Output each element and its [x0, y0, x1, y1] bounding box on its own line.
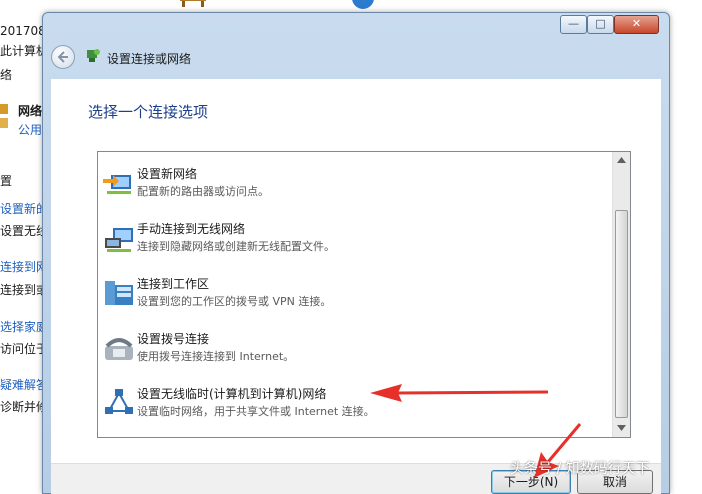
option-description: 连接到隐藏网络或创建新无线配置文件。 [137, 240, 335, 253]
title-bar[interactable]: — □ ✕ [43, 13, 669, 43]
option-adhoc-network[interactable]: 设置无线临时(计算机到计算机)网络 设置临时网络，用于共享文件或 Interne… [98, 383, 611, 435]
bg-text-public: 公用 [18, 123, 43, 137]
bg-text-computer: 此计算机 [0, 44, 49, 58]
option-title: 设置拨号连接 [137, 332, 210, 346]
wireless-manual-icon [103, 222, 135, 254]
bg-text-network: 络 [0, 68, 13, 82]
scroll-down-button[interactable] [613, 420, 630, 437]
option-dialup[interactable]: 设置拨号连接 使用拨号连接连接到 Internet。 [98, 328, 611, 380]
bg-text-setting: 置 [0, 174, 13, 188]
bg-text-date: 201708 [0, 24, 46, 38]
bg-text-setup-wireless: 设置无线 [0, 224, 49, 238]
option-description: 设置临时网络，用于共享文件或 Internet 连接。 [137, 405, 375, 418]
scroll-up-button[interactable] [613, 152, 630, 169]
option-title: 设置新网络 [137, 167, 198, 181]
option-description: 使用拨号连接连接到 Internet。 [137, 350, 295, 363]
connection-options-list[interactable]: 设置新网络 配置新的路由器或访问点。 手动连接到无线网络 连接到隐藏网络或创建新… [97, 151, 631, 438]
bg-link-connect[interactable]: 连接到网 [0, 258, 48, 275]
bg-link-homegroup[interactable]: 选择家庭 [0, 318, 48, 335]
minimize-button[interactable]: — [560, 15, 587, 34]
option-description: 配置新的路由器或访问点。 [137, 185, 269, 198]
option-title: 连接到工作区 [137, 277, 210, 291]
bg-bench-icon [178, 0, 208, 8]
option-workplace[interactable]: 连接到工作区 设置到您的工作区的拨号或 VPN 连接。 [98, 273, 611, 325]
network-icon [0, 100, 10, 134]
chevron-up-icon [617, 157, 626, 163]
bg-link-setup-new[interactable]: 设置新的 [0, 200, 48, 217]
watermark-text: 头条号 / 知数码行天下 [510, 461, 650, 477]
minimize-icon: — [568, 17, 579, 30]
vertical-scrollbar[interactable] [612, 152, 630, 437]
wizard-header: 设置连接或网络 [43, 43, 669, 79]
scrollbar-thumb[interactable] [615, 210, 628, 418]
wizard-content: 选择一个连接选项 设置新网络 配置新的路由器或访问点。 手动连接到无线网络 连接… [51, 79, 661, 463]
back-button[interactable] [51, 45, 75, 69]
maximize-button[interactable]: □ [587, 15, 614, 34]
option-title: 手动连接到无线网络 [137, 222, 246, 236]
option-manual-wireless[interactable]: 手动连接到无线网络 连接到隐藏网络或创建新无线配置文件。 [98, 218, 611, 270]
wizard-title: 设置连接或网络 [107, 52, 192, 66]
bg-globe-icon [350, 0, 376, 12]
option-new-network[interactable]: 设置新网络 配置新的路由器或访问点。 [98, 163, 611, 215]
bg-link-troubleshoot[interactable]: 疑难解答 [0, 376, 48, 393]
option-description: 设置到您的工作区的拨号或 VPN 连接。 [137, 295, 332, 308]
workplace-icon [103, 277, 135, 309]
bg-text-network-name: 网络 [18, 104, 43, 118]
adhoc-network-icon [103, 387, 135, 419]
close-icon: ✕ [631, 17, 642, 30]
dialup-phone-icon [103, 332, 135, 364]
bg-text-connect-or: 连接到或 [0, 283, 49, 297]
connection-wizard-window: — □ ✕ 设置连接或网络 选择一个连接选项 设置新网络 配置新的路由器或访问点… [42, 12, 670, 494]
bg-text-diagnose: 诊断并修 [0, 400, 49, 414]
chevron-down-icon [617, 425, 626, 431]
new-network-icon [103, 167, 135, 199]
page-heading: 选择一个连接选项 [88, 103, 209, 121]
back-arrow-icon [57, 51, 68, 63]
option-title: 设置无线临时(计算机到计算机)网络 [137, 387, 327, 401]
maximize-icon: □ [595, 17, 606, 30]
bg-text-access: 访问位于 [0, 342, 49, 356]
close-button[interactable]: ✕ [614, 15, 659, 34]
network-setup-icon [85, 48, 101, 64]
